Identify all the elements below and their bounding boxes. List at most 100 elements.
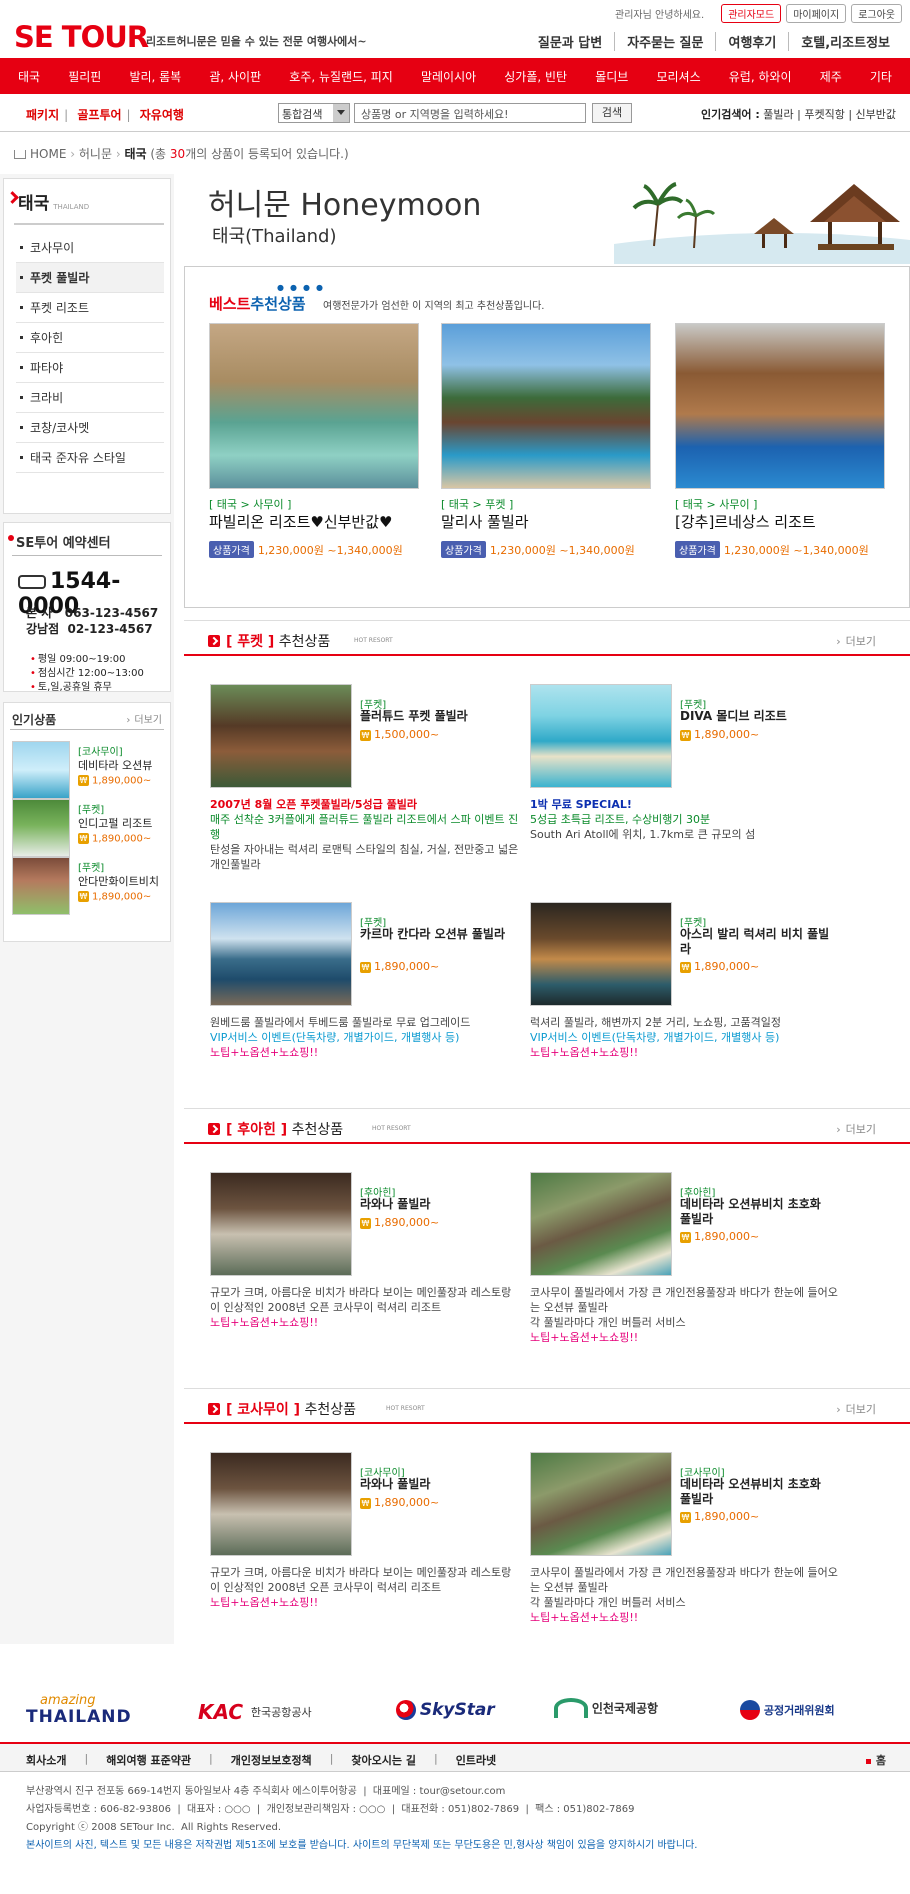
product-thumb-image[interactable] (530, 684, 672, 788)
best-card-name[interactable]: 파빌리온 리조트♥신부반값♥ (209, 511, 392, 532)
product-name[interactable]: 플러튜드 푸켓 풀빌라 (360, 709, 510, 724)
nav-item-jeju[interactable]: 제주 (820, 68, 842, 85)
nav-item-thailand[interactable]: 태국 (18, 68, 40, 85)
quick-link-hotel-info[interactable]: 호텔,리조트정보 (788, 32, 902, 51)
quick-link-faq[interactable]: 자주묻는 질문 (614, 32, 715, 51)
best-card[interactable]: [ 태국 > 푸켓 ] 말리사 풀빌라 상품가격 1,230,000원 ~1,34… (441, 323, 651, 558)
sidebar-item-pattaya[interactable]: 파타야 (16, 353, 164, 383)
footer-link-location[interactable]: 찾아오시는 길 (351, 1752, 416, 1768)
nav-item-australia[interactable]: 호주, 뉴질랜드, 피지 (289, 68, 393, 85)
footer-link-company[interactable]: 회사소개 (26, 1752, 66, 1768)
product-item[interactable]: [푸켓] DIVA 몰디브 리조트 ₩1,890,000~ 1박 무료 SPEC… (520, 684, 820, 844)
product-highlight: 2007년 8월 오픈 푸켓풀빌라/5성급 풀빌라 (210, 798, 417, 811)
popular-item[interactable]: [푸켓] 인디고펄 리조트 ₩1,890,000~ (12, 799, 168, 857)
product-item[interactable]: [후아힌] 라와나 풀빌라 ₩1,890,000~ 규모가 크며, 아름다운 비… (184, 1172, 511, 1332)
skystar-logo[interactable]: SkyStar (396, 1700, 516, 1734)
footer-home-link[interactable]: 홈 (866, 1752, 886, 1768)
sidebar-item-hua-hin[interactable]: 후아힌 (16, 323, 164, 353)
section-more-link[interactable]: 더보기 (836, 1121, 876, 1137)
best-card[interactable]: [ 태국 > 사무이 ] 파빌리온 리조트♥신부반값♥ 상품가격 1,230,00… (209, 323, 419, 558)
popular-item[interactable]: [코사무이] 데비타라 오션뷰 ₩1,890,000~ (12, 741, 168, 799)
ftc-logo[interactable]: 공정거래위원회 (740, 1700, 880, 1734)
popular-thumb-image[interactable] (12, 799, 70, 857)
popular-item-name[interactable]: 데비타라 오션뷰 (78, 757, 170, 773)
search-input[interactable]: 상품명 or 지역명을 입력하세요! (354, 103, 586, 123)
nav-item-europe[interactable]: 유럽, 하와이 (729, 68, 792, 85)
nav-item-maldives[interactable]: 몰디브 (595, 68, 628, 85)
product-name[interactable]: DIVA 몰디브 리조트 (680, 709, 830, 724)
quick-link-reviews[interactable]: 여행후기 (715, 32, 788, 51)
best-card-image[interactable] (675, 323, 885, 489)
mypage-button[interactable]: 마이페이지 (786, 4, 847, 23)
nav-item-singapore[interactable]: 싱가폴, 빈탄 (504, 68, 567, 85)
popular-thumb-image[interactable] (12, 741, 70, 799)
nav-item-etc[interactable]: 기타 (870, 68, 892, 85)
breadcrumb-category[interactable]: 허니문 (79, 147, 112, 161)
footer-link-privacy[interactable]: 개인정보보호정책 (231, 1752, 312, 1768)
site-logo[interactable]: SE TOUR (14, 20, 149, 54)
search-type-select[interactable]: 통합검색 (278, 103, 350, 123)
nav-item-bali[interactable]: 발리, 롬복 (129, 68, 181, 85)
sidebar-item-koh-chang[interactable]: 코창/코사멧 (16, 413, 164, 443)
footer-link-terms[interactable]: 해외여행 표준약관 (106, 1752, 191, 1768)
incheon-airport-logo[interactable]: 인천국제공항 (554, 1698, 694, 1732)
popular-item-name[interactable]: 인디고펄 리조트 (78, 815, 170, 831)
popular-more-link[interactable]: › 더보기 (126, 711, 162, 726)
product-name[interactable]: 카르마 칸다라 오션뷰 풀빌라 (360, 927, 510, 942)
product-item[interactable]: [푸켓] 아스리 발리 럭셔리 비치 풀빌라 ₩1,890,000~ 럭셔리 풀… (520, 902, 829, 1062)
section-title: [ 후아힌 ] 추천상품 (226, 1122, 344, 1138)
nav-item-philippines[interactable]: 필리핀 (68, 68, 101, 85)
search-button[interactable]: 검색 (592, 103, 632, 123)
kac-logo[interactable]: KAC 한국공항공사 (198, 1700, 348, 1734)
product-item[interactable]: [코사무이] 라와나 풀빌라 ₩1,890,000~ 규모가 크며, 아름다운 … (184, 1452, 511, 1612)
product-name[interactable]: 데비타라 오션뷰비치 초호화 풀빌라 (680, 1477, 830, 1507)
tab-free-travel[interactable]: 자유여행 (140, 108, 184, 122)
section-more-link[interactable]: 더보기 (836, 1401, 876, 1417)
best-card-image[interactable] (441, 323, 651, 489)
footer-link-intranet[interactable]: 인트라넷 (456, 1752, 496, 1768)
best-card-name[interactable]: [강추]르네상스 리조트 (675, 511, 816, 532)
product-thumb-image[interactable] (210, 902, 352, 1006)
section-more-link[interactable]: 더보기 (836, 633, 876, 649)
product-thumb-image[interactable] (210, 684, 352, 788)
admin-mode-button[interactable]: 관리자모드 (721, 4, 782, 23)
tab-package[interactable]: 패키지 (26, 108, 59, 122)
nav-item-malaysia[interactable]: 말레이시아 (421, 68, 476, 85)
sidebar-item-krabi[interactable]: 크라비 (16, 383, 164, 413)
product-item[interactable]: [코사무이] 데비타라 오션뷰비치 초호화 풀빌라 ₩1,890,000~ 코사… (520, 1452, 838, 1624)
popular-item[interactable]: [푸켓] 안다만화이트비치 ₩1,890,000~ (12, 857, 168, 915)
product-item[interactable]: [푸켓] 플러튜드 푸켓 풀빌라 ₩1,500,000~ 2007년 8월 오픈… (184, 684, 518, 871)
tab-golf[interactable]: 골프투어 (77, 108, 121, 122)
product-item[interactable]: [푸켓] 카르마 칸다라 오션뷰 풀빌라 ₩1,890,000~ 원베드룸 풀빌… (184, 902, 505, 1062)
popular-thumb-image[interactable] (12, 857, 70, 915)
best-card-name[interactable]: 말리사 풀빌라 (441, 511, 529, 532)
sidebar-item-phuket-resort[interactable]: 푸켓 리조트 (16, 293, 164, 323)
product-name[interactable]: 데비타라 오션뷰비치 초호화 풀빌라 (680, 1197, 830, 1227)
product-thumb-image[interactable] (210, 1452, 352, 1556)
best-card-image[interactable] (209, 323, 419, 489)
breadcrumb-home[interactable]: HOME (30, 147, 66, 161)
product-thumb-image[interactable] (210, 1172, 352, 1276)
best-card[interactable]: [ 태국 > 사무이 ] [강추]르네상스 리조트 상품가격 1,230,000원… (675, 323, 885, 558)
product-thumb-image[interactable] (530, 1172, 672, 1276)
quick-link-qna[interactable]: 질문과 답변 (526, 32, 614, 51)
product-thumb-image[interactable] (530, 902, 672, 1006)
sidebar-item-phuket-poolvilla[interactable]: 푸켓 풀빌라 (16, 263, 164, 293)
product-item[interactable]: [후아힌] 데비타라 오션뷰비치 초호화 풀빌라 ₩1,890,000~ 코사무… (520, 1172, 838, 1344)
sidebar-item-koh-samui[interactable]: 코사무이 (16, 233, 164, 263)
sidebar-item-semi-free-style[interactable]: 태국 준자유 스타일 (16, 443, 164, 473)
product-name[interactable]: 라와나 풀빌라 (360, 1477, 510, 1492)
best-card-price: 상품가격 1,230,000원 ~1,340,000원 (675, 541, 869, 558)
nav-item-mauritius[interactable]: 모리셔스 (656, 68, 700, 85)
product-thumb-image[interactable] (530, 1452, 672, 1556)
popular-item-name[interactable]: 안다만화이트비치 (78, 873, 170, 889)
nav-item-guam[interactable]: 괌, 사이판 (209, 68, 261, 85)
logout-button[interactable]: 로그아웃 (851, 4, 902, 23)
product-event: VIP서비스 이벤트(단독차량, 개별가이드, 개별행사 등) (210, 1031, 460, 1044)
main-nav: 태국 필리핀 발리, 롬복 괌, 사이판 호주, 뉴질랜드, 피지 말레이시아 … (0, 58, 910, 94)
product-name[interactable]: 라와나 풀빌라 (360, 1197, 510, 1212)
popular-item-tag: [푸켓] (78, 863, 105, 874)
popular-keywords-terms[interactable]: 풀빌라 | 푸켓직항 | 신부반값 (763, 108, 896, 121)
product-name[interactable]: 아스리 발리 럭셔리 비치 풀빌라 (680, 927, 830, 957)
amazing-thailand-logo[interactable]: amazing THAILAND (26, 1694, 146, 1728)
